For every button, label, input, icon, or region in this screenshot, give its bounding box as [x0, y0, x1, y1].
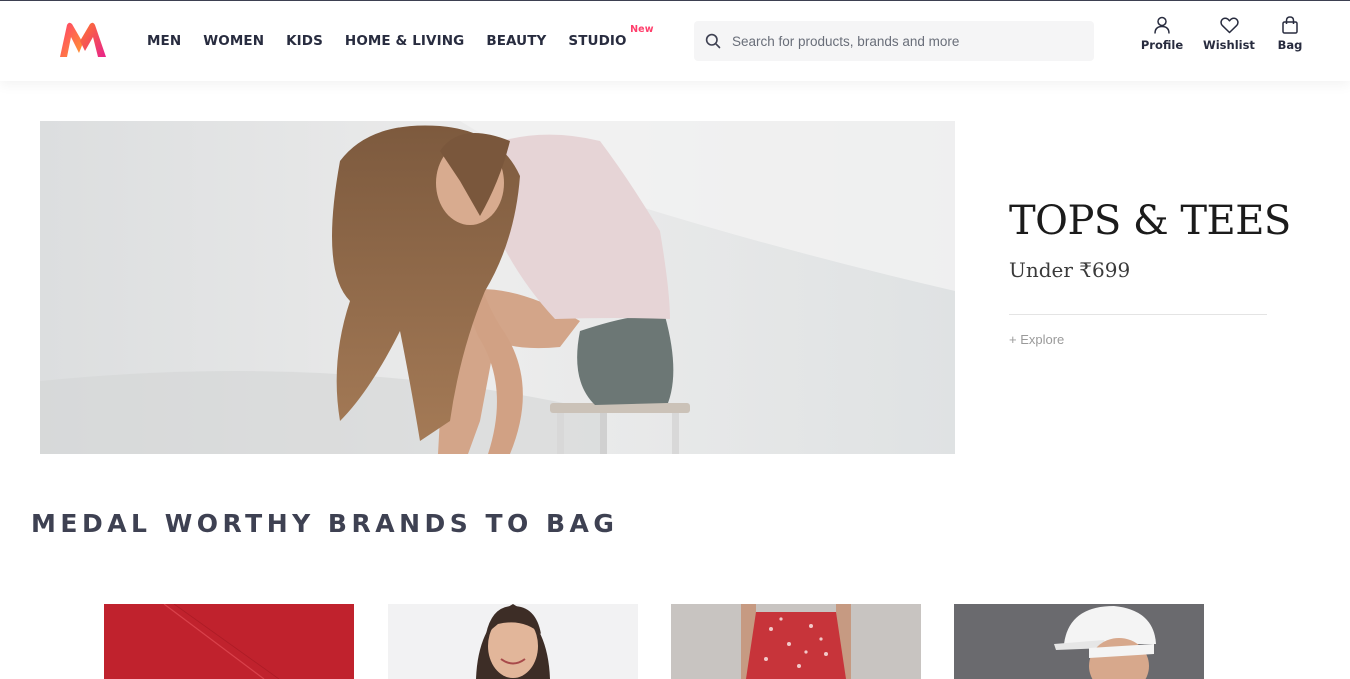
promo-divider	[1009, 314, 1267, 315]
header-actions: Profile Wishlist Bag	[1132, 1, 1314, 81]
explore-link[interactable]: + Explore	[1009, 332, 1064, 347]
hero-promo: TOPS & TEES Under ₹699 + Explore	[1009, 198, 1291, 348]
bag-icon	[1282, 12, 1298, 34]
nav-item-kids[interactable]: KIDS	[286, 33, 323, 49]
hero-banner-image[interactable]	[40, 121, 955, 454]
profile-button[interactable]: Profile	[1132, 1, 1192, 81]
promo-title: TOPS & TEES	[1009, 198, 1291, 244]
wishlist-label: Wishlist	[1203, 38, 1255, 52]
main-nav: MEN WOMEN KIDS HOME & LIVING BEAUTY STUD…	[147, 1, 654, 81]
nav-item-beauty[interactable]: BEAUTY	[486, 33, 546, 49]
nav-item-men[interactable]: MEN	[147, 33, 181, 49]
brand-card[interactable]	[671, 604, 921, 679]
brand-card[interactable]	[388, 604, 638, 679]
nav-item-home-living[interactable]: HOME & LIVING	[345, 33, 464, 49]
search-icon[interactable]	[694, 21, 732, 61]
profile-icon	[1153, 12, 1171, 34]
new-badge: New	[630, 24, 654, 35]
section-title: MEDAL WORTHY BRANDS TO BAG	[31, 509, 619, 538]
site-header: MEN WOMEN KIDS HOME & LIVING BEAUTY STUD…	[0, 1, 1350, 81]
nav-item-studio[interactable]: STUDIO New	[568, 24, 653, 49]
search-bar[interactable]	[694, 21, 1094, 61]
bag-label: Bag	[1277, 38, 1303, 52]
wishlist-button[interactable]: Wishlist	[1196, 1, 1262, 81]
heart-icon	[1219, 12, 1239, 34]
search-input[interactable]	[732, 21, 1082, 61]
profile-label: Profile	[1140, 38, 1184, 52]
promo-subtitle: Under ₹699	[1009, 258, 1131, 282]
brand-card[interactable]	[104, 604, 354, 679]
brand-card[interactable]	[954, 604, 1204, 679]
nav-item-women[interactable]: WOMEN	[203, 33, 264, 49]
myntra-logo-icon[interactable]	[58, 21, 108, 59]
bag-button[interactable]: Bag	[1266, 1, 1314, 81]
